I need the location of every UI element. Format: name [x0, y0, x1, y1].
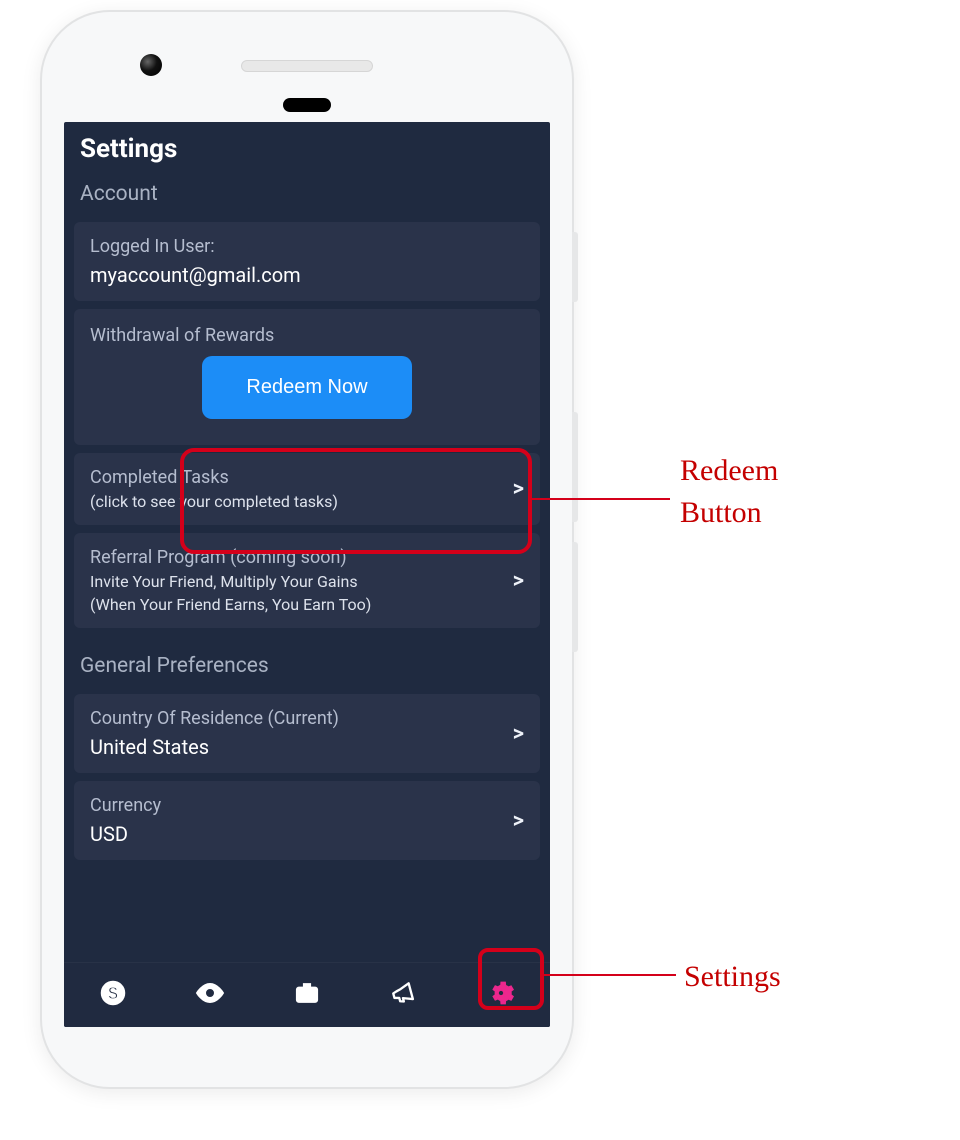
- svg-text:$: $: [108, 983, 118, 1003]
- referral-sub2: (When Your Friend Earns, You Earn Too): [90, 595, 524, 614]
- earpiece: [241, 60, 373, 72]
- logged-in-label: Logged In User:: [90, 236, 524, 257]
- app-screen: Settings Account Logged In User: myaccou…: [64, 122, 550, 1027]
- bottom-nav: $: [64, 962, 550, 1027]
- nav-announce[interactable]: [384, 975, 424, 1015]
- currency-value: USD: [90, 822, 524, 846]
- gear-icon: [488, 980, 514, 1010]
- front-camera: [140, 54, 162, 76]
- chevron-right-icon: >: [513, 477, 524, 502]
- annotation-text-line: Redeem: [680, 454, 778, 487]
- nav-money[interactable]: $: [93, 975, 133, 1015]
- section-label-general: General Preferences: [64, 654, 550, 686]
- card-completed-tasks[interactable]: Completed Tasks (click to see your compl…: [74, 453, 540, 525]
- annotation-text-line: Button: [680, 496, 762, 529]
- chevron-right-icon: >: [513, 721, 524, 746]
- chevron-right-icon: >: [513, 808, 524, 833]
- section-label-account: Account: [64, 182, 550, 214]
- volume-down-button: [572, 542, 578, 652]
- annotation-text-settings: Settings: [684, 956, 781, 998]
- nav-settings[interactable]: [481, 975, 521, 1015]
- currency-label: Currency: [90, 795, 524, 816]
- sensor-pill: [283, 98, 331, 112]
- page-title: Settings: [64, 122, 550, 182]
- annotation-text-redeem: Redeem Button: [680, 450, 880, 534]
- annotation-line-settings: [540, 974, 676, 976]
- volume-up-button: [572, 412, 578, 522]
- volume-button: [572, 232, 578, 302]
- card-country[interactable]: Country Of Residence (Current) United St…: [74, 694, 540, 773]
- country-value: United States: [90, 735, 524, 759]
- referral-label: Referral Program (coming soon): [90, 547, 524, 568]
- card-currency[interactable]: Currency USD >: [74, 781, 540, 860]
- eye-icon: [194, 979, 226, 1011]
- logged-in-value: myaccount@gmail.com: [90, 263, 524, 287]
- completed-tasks-sub: (click to see your completed tasks): [90, 492, 524, 511]
- country-label: Country Of Residence (Current): [90, 708, 524, 729]
- referral-sub1: Invite Your Friend, Multiply Your Gains: [90, 572, 524, 591]
- withdrawal-label: Withdrawal of Rewards: [90, 325, 524, 346]
- nav-work[interactable]: [287, 975, 327, 1015]
- megaphone-icon: [389, 979, 419, 1011]
- card-logged-in-user: Logged In User: myaccount@gmail.com: [74, 222, 540, 301]
- phone-frame: Settings Account Logged In User: myaccou…: [40, 10, 574, 1089]
- dollar-icon: $: [99, 979, 127, 1011]
- briefcase-icon: [293, 979, 321, 1011]
- redeem-button[interactable]: Redeem Now: [202, 356, 411, 419]
- card-referral-program[interactable]: Referral Program (coming soon) Invite Yo…: [74, 533, 540, 628]
- annotation-line-redeem: [528, 498, 670, 500]
- chevron-right-icon: >: [513, 568, 524, 593]
- card-withdrawal: Withdrawal of Rewards Redeem Now: [74, 309, 540, 445]
- nav-view[interactable]: [190, 975, 230, 1015]
- completed-tasks-label: Completed Tasks: [90, 467, 524, 488]
